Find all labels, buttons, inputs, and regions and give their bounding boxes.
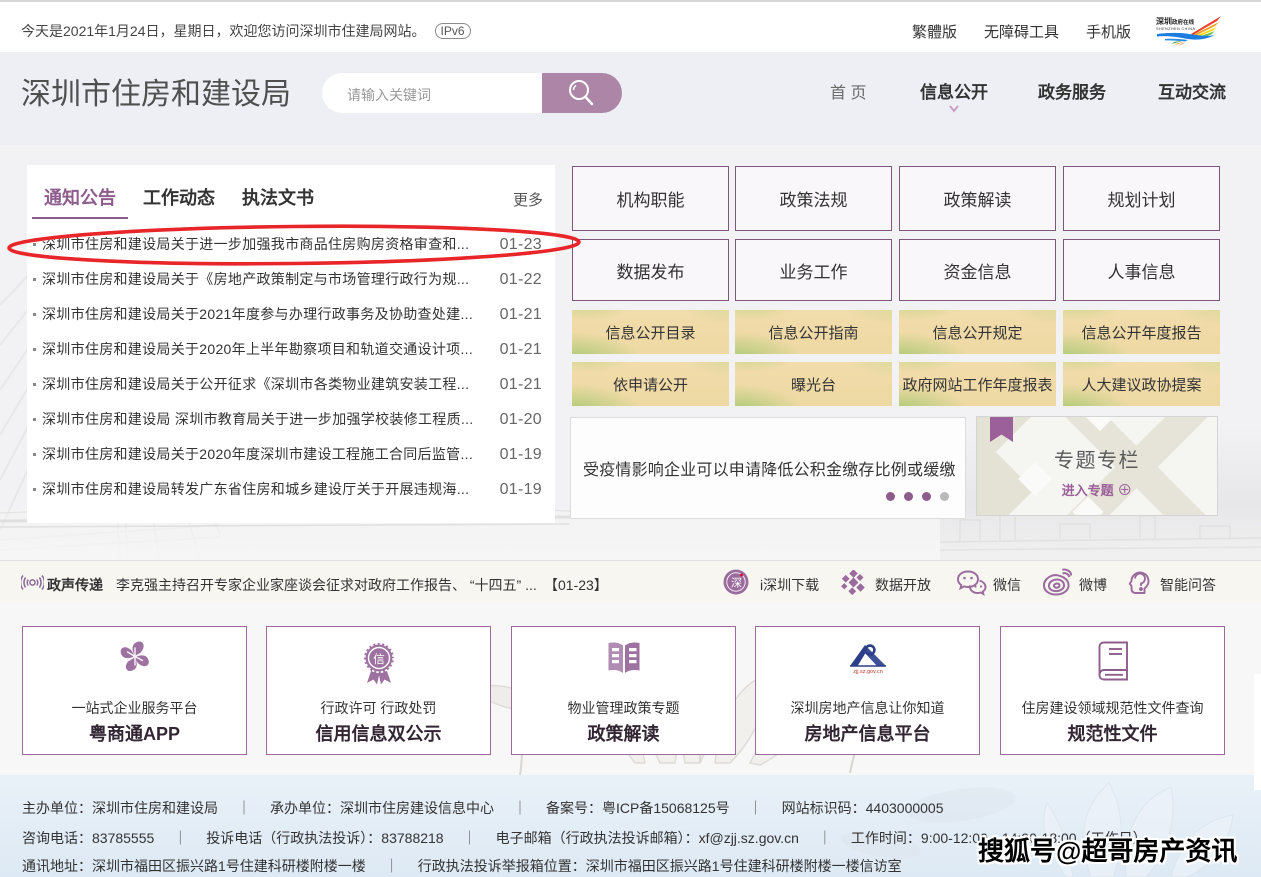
svg-text:zjj.sz.gov.cn: zjj.sz.gov.cn [853,669,883,675]
svg-text:深: 深 [731,577,742,590]
svg-text:深圳政府在线: 深圳政府在线 [1156,16,1195,26]
svg-text:信: 信 [373,653,385,666]
svg-text:SHENZHEN CHINA: SHENZHEN CHINA [1156,27,1195,31]
